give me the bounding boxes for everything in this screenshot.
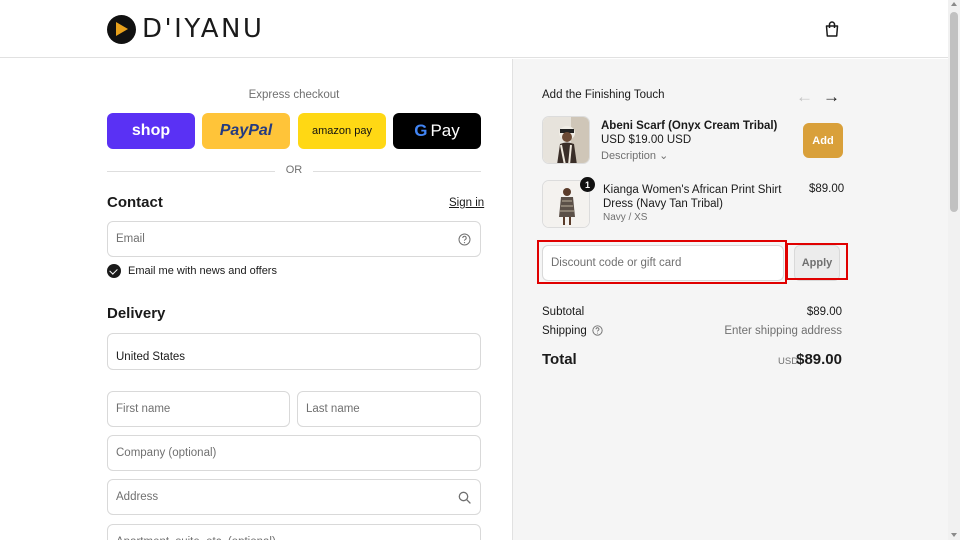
first-name-input[interactable] bbox=[116, 403, 281, 415]
amazon-pay-button[interactable]: amazon pay bbox=[298, 113, 386, 149]
scarf-product-image bbox=[542, 116, 590, 164]
delivery-heading: Delivery bbox=[107, 305, 166, 322]
divider-line bbox=[313, 171, 481, 172]
scroll-up-icon[interactable] bbox=[951, 2, 957, 6]
shipping-row: Shipping bbox=[542, 325, 603, 339]
description-label: Description bbox=[601, 150, 657, 162]
help-circle-icon[interactable] bbox=[458, 233, 471, 246]
cart-item-price: $89.00 bbox=[809, 183, 845, 195]
page-scrollbar[interactable] bbox=[948, 0, 960, 540]
subtotal-value: $89.00 bbox=[806, 306, 842, 318]
country-value: United States bbox=[116, 350, 186, 363]
address-input[interactable] bbox=[116, 491, 472, 503]
checkout-form-panel: Express checkout shop PayPal amazon pay … bbox=[0, 59, 512, 540]
first-name-field[interactable] bbox=[107, 391, 290, 427]
shopping-bag-icon[interactable] bbox=[823, 20, 841, 38]
last-name-input[interactable] bbox=[306, 403, 472, 415]
chevron-down-icon: ⌄ bbox=[659, 150, 669, 162]
upsell-description-toggle[interactable]: Description ⌄ bbox=[601, 149, 668, 162]
logo-play-icon bbox=[107, 14, 136, 44]
subtotal-label: Subtotal bbox=[542, 306, 585, 318]
country-select[interactable]: United States bbox=[107, 333, 481, 370]
address-field[interactable] bbox=[107, 479, 481, 515]
email-input[interactable] bbox=[116, 233, 472, 245]
shop-pay-label: shop bbox=[131, 122, 171, 139]
email-field[interactable] bbox=[107, 221, 481, 257]
apartment-input[interactable] bbox=[116, 536, 472, 540]
contact-heading: Contact bbox=[107, 194, 163, 211]
or-label: OR bbox=[285, 164, 303, 176]
company-field[interactable] bbox=[107, 435, 481, 471]
newsletter-option[interactable]: Email me with news and offers bbox=[107, 264, 277, 278]
cart-item-variant: Navy / XS bbox=[603, 212, 648, 223]
newsletter-checkbox[interactable] bbox=[107, 264, 121, 278]
paypal-label: PayPal bbox=[219, 122, 273, 139]
google-pay-label: Pay bbox=[430, 121, 460, 140]
google-pay-button[interactable]: G Pay bbox=[393, 113, 481, 149]
shop-pay-button[interactable]: shop bbox=[107, 113, 195, 149]
paypal-button[interactable]: PayPal bbox=[202, 113, 290, 149]
brand-logo[interactable]: D'IYANU bbox=[107, 13, 264, 45]
total-currency: USD bbox=[778, 356, 799, 367]
highlight-box bbox=[537, 240, 787, 284]
add-upsell-button[interactable]: Add bbox=[803, 123, 843, 158]
brand-name: D'IYANU bbox=[142, 14, 265, 44]
arrow-left-icon[interactable]: ← bbox=[796, 87, 813, 107]
site-header: D'IYANU bbox=[0, 0, 948, 58]
scroll-down-icon[interactable] bbox=[951, 533, 957, 537]
company-input[interactable] bbox=[116, 447, 472, 459]
express-checkout-title: Express checkout bbox=[248, 89, 340, 101]
finishing-touch-title: Add the Finishing Touch bbox=[542, 89, 665, 101]
shipping-value: Enter shipping address bbox=[724, 325, 842, 337]
upsell-product-name: Abeni Scarf (Onyx Cream Tribal) bbox=[601, 120, 778, 132]
shipping-label: Shipping bbox=[542, 325, 587, 337]
newsletter-label: Email me with news and offers bbox=[128, 265, 277, 277]
or-divider: OR bbox=[107, 164, 481, 178]
quantity-badge: 1 bbox=[580, 177, 595, 192]
search-icon[interactable] bbox=[458, 491, 471, 504]
shipping-help-icon[interactable] bbox=[592, 325, 603, 339]
total-value: $89.00 bbox=[796, 351, 842, 368]
highlight-box bbox=[786, 243, 848, 280]
amazon-pay-label: amazon pay bbox=[312, 125, 372, 137]
add-label: Add bbox=[812, 134, 834, 147]
arrow-right-icon[interactable]: → bbox=[823, 87, 840, 107]
apartment-field[interactable] bbox=[107, 524, 481, 540]
sign-in-link[interactable]: Sign in bbox=[449, 197, 484, 209]
total-label: Total bbox=[542, 351, 577, 368]
order-summary-panel: Add the Finishing Touch ← → Abeni Scarf … bbox=[512, 59, 948, 540]
upsell-product-price: USD $19.00 USD bbox=[601, 134, 692, 146]
cart-item-name: Kianga Women's African Print Shirt Dress… bbox=[603, 184, 782, 210]
google-g-icon: G bbox=[414, 121, 428, 140]
scrollbar-thumb[interactable] bbox=[950, 12, 958, 212]
last-name-field[interactable] bbox=[297, 391, 481, 427]
